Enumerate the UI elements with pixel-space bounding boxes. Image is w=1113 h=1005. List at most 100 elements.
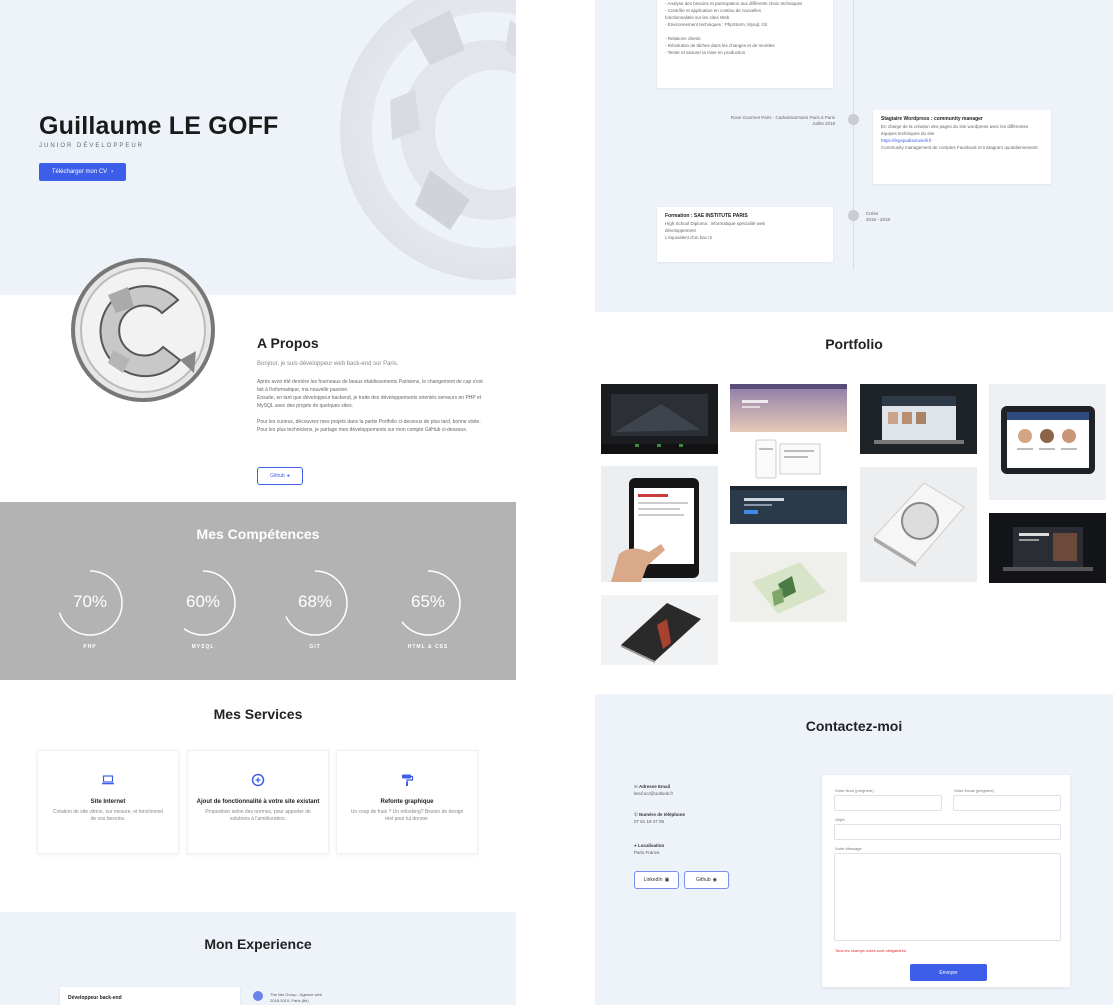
about-paragraph: Pour les curieux, découvrez mes projets … bbox=[257, 419, 481, 425]
firstname-input[interactable] bbox=[834, 795, 942, 811]
portfolio-item[interactable] bbox=[989, 384, 1106, 500]
right-column: - Analyse des besoins et participation a… bbox=[595, 0, 1113, 1005]
timeline-dot bbox=[848, 210, 859, 221]
portfolio-item[interactable] bbox=[730, 436, 847, 486]
timeline-dot bbox=[848, 114, 859, 125]
timeline-line-text bbox=[665, 28, 825, 35]
page: Guillaume LE GOFF JUNIOR DÉVELOPPEUR Tél… bbox=[0, 0, 1113, 1005]
github-icon: ◉ bbox=[712, 877, 718, 883]
service-name: Refonte graphique bbox=[380, 799, 434, 805]
timeline-meta-date: Juillet 2018 bbox=[812, 121, 835, 126]
skill-label: PHP bbox=[83, 644, 97, 650]
skill-label: HTML & CSS bbox=[407, 644, 449, 650]
submit-button[interactable]: Envoyer bbox=[910, 964, 987, 981]
service-desc: Proposition selon des normes, pour appor… bbox=[205, 809, 311, 822]
timeline-card-title: Formation : SAE INSTITUTE PARIS bbox=[665, 213, 748, 219]
github-label: Github bbox=[270, 473, 285, 479]
service-name: Site Internet bbox=[90, 799, 126, 805]
paint-roller-icon bbox=[400, 773, 414, 787]
github-icon: ● bbox=[286, 473, 290, 479]
portfolio-item[interactable] bbox=[860, 384, 977, 454]
hero-name: Guillaume LE GOFF bbox=[39, 112, 279, 140]
about-text: Après avoir été derrière les fourneaux d… bbox=[257, 378, 487, 434]
linkedin-icon: ▣ bbox=[664, 877, 670, 883]
portfolio-item[interactable] bbox=[989, 513, 1106, 583]
map-pin-icon: ● bbox=[634, 843, 637, 848]
portfolio-thumb-laptop-site bbox=[860, 384, 977, 454]
timeline-meta: Créée 2016 - 2018 bbox=[866, 211, 890, 223]
linkedin-button[interactable]: LinkedIn ▣ bbox=[634, 871, 679, 889]
contact-email-value: leruf.scr@outlook.fr bbox=[634, 791, 674, 796]
skills-section: Mes Compétences 70% PHP 60% MYSQL 68% GI… bbox=[0, 502, 516, 680]
skill-label: MYSQL bbox=[191, 644, 215, 650]
contact-location: ● Localisation Paris France bbox=[634, 842, 664, 856]
experience-card-title: Développeur back-end bbox=[68, 995, 122, 1001]
email-label: Votre Email (prégnère) bbox=[954, 788, 995, 793]
service-card-website: Site Internet Création de site vitrine, … bbox=[37, 750, 179, 854]
portfolio-item[interactable] bbox=[730, 384, 847, 432]
about-section: A Propos Bonjour, je suis développeur we… bbox=[0, 258, 516, 502]
experience-meta: The Net Group - Agence web 2018-2019, Pa… bbox=[270, 992, 322, 1004]
required-fields-note: Tous les champs notés sont obligatoires bbox=[835, 948, 906, 953]
services-title: Mes Services bbox=[213, 706, 303, 722]
portfolio-thumb-tablet-hand bbox=[601, 466, 718, 582]
skill-value: 65% bbox=[410, 592, 446, 611]
skill-value: 70% bbox=[72, 592, 108, 611]
chevron-right-icon: › bbox=[111, 169, 114, 175]
laptop-icon bbox=[101, 773, 115, 787]
skill-value: 60% bbox=[185, 592, 221, 611]
timeline-card-top: - Analyse des besoins et participation a… bbox=[657, 0, 833, 88]
contact-section: Contactez-moi ✉ Adresse Email leruf.scr@… bbox=[595, 694, 1113, 1005]
timeline-line-text: - Contrôle et application en continu de … bbox=[665, 8, 762, 13]
portfolio-section: Portfolio bbox=[595, 312, 1113, 694]
subject-label: Objet bbox=[835, 817, 845, 822]
timeline-line-text: fonctionnalités sur les sites Web bbox=[665, 15, 730, 20]
timeline-card-formation: Formation : SAE INSTITUTE PARIS High Sch… bbox=[657, 207, 833, 262]
plus-circle-icon bbox=[251, 773, 265, 787]
portfolio-title: Portfolio bbox=[825, 336, 883, 352]
timeline-line-text: High School Diploma : informatique spéci… bbox=[665, 221, 766, 226]
download-cv-label: Télécharger mon CV bbox=[51, 169, 108, 175]
github-contact-label: Github bbox=[695, 877, 711, 883]
service-desc: Un coup de frais ? Un relooking? Besoin … bbox=[350, 809, 464, 822]
github-contact-button[interactable]: Github ◉ bbox=[684, 871, 729, 889]
portfolio-thumb-responsive-mockup bbox=[730, 436, 847, 486]
services-section: Mes Services Site Internet Création de s… bbox=[0, 680, 516, 912]
timeline-card-text: - Analyse des besoins et participation a… bbox=[657, 0, 833, 62]
contact-email: ✉ Adresse Email leruf.scr@outlook.fr bbox=[634, 783, 673, 797]
firstname-label: Votre Nom (prégnère) bbox=[835, 788, 874, 793]
portfolio-item[interactable] bbox=[730, 486, 847, 538]
github-button[interactable]: Github ● bbox=[257, 467, 303, 485]
experience-section: Mon Experience Développeur back-end The … bbox=[0, 912, 516, 1005]
subject-input[interactable] bbox=[834, 824, 1061, 840]
message-textarea[interactable] bbox=[834, 853, 1061, 941]
timeline-link[interactable]: https://legspadiseruselli.fr bbox=[881, 137, 1043, 144]
experience-timeline: - Analyse des besoins et participation a… bbox=[595, 0, 1113, 312]
skill-php: 70% PHP bbox=[55, 568, 125, 650]
timeline-line-text: développement bbox=[665, 228, 696, 233]
download-cv-button[interactable]: Télécharger mon CV › bbox=[39, 163, 126, 181]
experience-card: Développeur back-end bbox=[60, 987, 240, 1005]
portfolio-item[interactable] bbox=[730, 552, 847, 622]
timeline-line-text: L'équivalent d'un bac+2 bbox=[665, 235, 713, 240]
portfolio-item[interactable] bbox=[601, 466, 718, 582]
hero-cracked-ring-art bbox=[340, 0, 516, 280]
contact-phone-value: 07 61 19 47 06 bbox=[634, 819, 665, 824]
timeline-line-text: En charge de la création des pages du si… bbox=[881, 124, 1029, 136]
hero-section: Guillaume LE GOFF JUNIOR DÉVELOPPEUR Tél… bbox=[0, 0, 516, 295]
portfolio-item[interactable] bbox=[860, 467, 977, 582]
about-title: A Propos bbox=[257, 335, 319, 351]
email-input[interactable] bbox=[953, 795, 1061, 811]
skill-mysql: 60% MYSQL bbox=[168, 568, 238, 650]
skills-title: Mes Compétences bbox=[196, 526, 320, 542]
portfolio-item[interactable] bbox=[601, 595, 718, 665]
about-paragraph: Après avoir été derrière les fourneaux d… bbox=[257, 379, 483, 393]
linkedin-label: LinkedIn bbox=[643, 877, 663, 883]
timeline-line-text: - Analyse des besoins et participation a… bbox=[665, 1, 803, 6]
about-paragraph: Ensuite, en tant que développeur backend… bbox=[257, 395, 482, 409]
portfolio-thumb-book bbox=[601, 595, 718, 665]
timeline-line bbox=[853, 0, 854, 270]
contact-phone: ✆ Numéro de téléphone 07 61 19 47 06 bbox=[634, 811, 685, 825]
portfolio-item[interactable] bbox=[601, 384, 718, 454]
contact-title: Contactez-moi bbox=[805, 718, 903, 734]
